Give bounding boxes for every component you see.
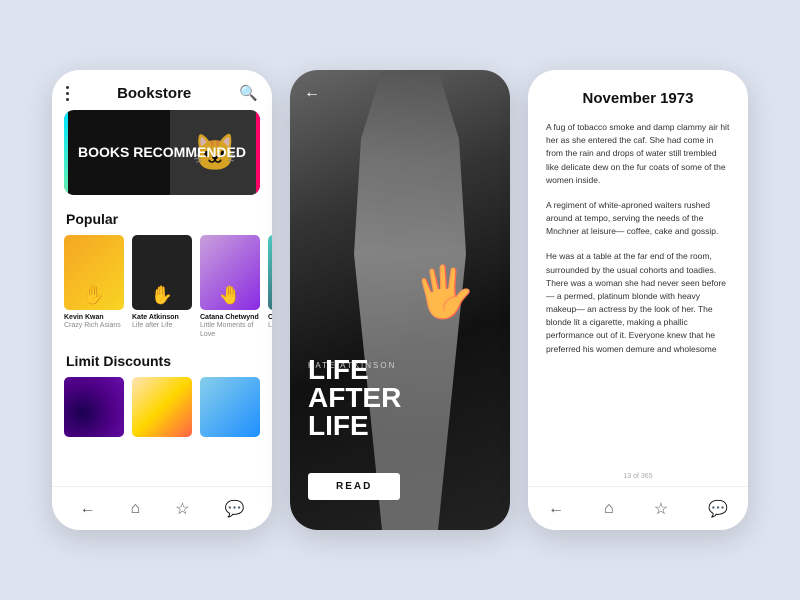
reading-star-icon[interactable]: ☆ <box>654 499 668 519</box>
reading-screen: November 1973 A fug of tobacco smoke and… <box>528 70 748 530</box>
hand-icon-dark: ✋ <box>151 285 173 306</box>
book-item[interactable]: ✋ Kevin Kwan Crazy Rich Asians <box>64 235 124 339</box>
book-cover-3: 🤚 <box>200 235 260 310</box>
book-item[interactable]: Ca... Le... <box>268 235 272 339</box>
back-icon[interactable]: ← <box>80 500 96 518</box>
search-icon[interactable]: 🔍 <box>239 84 258 102</box>
bookstore-title: Bookstore <box>117 85 191 102</box>
reading-nav: ← ⌂ ☆ 💬 <box>528 486 748 530</box>
bookstore-screen: Bookstore 🔍 BOOKS RECOMMENDED 🐱 Popular … <box>52 70 272 530</box>
book-author: Catana Chetwynd <box>200 314 260 322</box>
discount-books-row <box>52 377 272 447</box>
reading-chat-icon[interactable]: 💬 <box>708 499 728 519</box>
limit-discounts-label: Limit Discounts <box>52 349 272 377</box>
read-button[interactable]: READ <box>308 473 400 500</box>
hand-icon-purple: 🤚 <box>219 285 241 306</box>
title-line-2: AFTER <box>308 384 401 412</box>
star-icon[interactable]: ☆ <box>175 499 189 519</box>
book-item[interactable]: ✋ Kate Atkinson Life after Life <box>132 235 192 339</box>
banner: BOOKS RECOMMENDED 🐱 <box>64 110 260 195</box>
paragraph-2: A regiment of white-aproned waiters rush… <box>546 199 730 239</box>
page-number: 13 of 365 <box>528 473 748 480</box>
book-title: Life after Life <box>132 322 192 330</box>
discount-cover-3[interactable] <box>200 377 260 437</box>
book-title: Crazy Rich Asians <box>64 322 124 330</box>
reading-content: November 1973 A fug of tobacco smoke and… <box>528 70 748 530</box>
bottom-nav: ← ⌂ ☆ 💬 <box>52 486 272 530</box>
book-title: Little Moments of Love <box>200 322 260 339</box>
banner-text: BOOKS RECOMMENDED <box>64 132 260 173</box>
menu-icon[interactable] <box>66 86 69 101</box>
book-detail-bg: 🖐 ← KATE ATKINSON LIFE AFTER LIFE READ <box>290 70 510 530</box>
red-hand-overlay: 🖐 <box>410 261 477 325</box>
reading-home-icon[interactable]: ⌂ <box>604 500 614 518</box>
title-line-1: LIFE <box>308 356 401 384</box>
discount-cover-1[interactable] <box>64 377 124 437</box>
book-author: Kevin Kwan <box>64 314 124 322</box>
paragraph-1: A fug of tobacco smoke and damp clammy a… <box>546 121 730 187</box>
home-icon[interactable]: ⌂ <box>131 500 141 518</box>
popular-books-row: ✋ Kevin Kwan Crazy Rich Asians ✋ Kate At… <box>52 235 272 349</box>
popular-label: Popular <box>52 207 272 235</box>
book-detail-screen: 🖐 ← KATE ATKINSON LIFE AFTER LIFE READ <box>290 70 510 530</box>
book-cover-1: ✋ <box>64 235 124 310</box>
back-button[interactable]: ← <box>304 84 320 102</box>
screens-container: Bookstore 🔍 BOOKS RECOMMENDED 🐱 Popular … <box>52 70 748 530</box>
book-item[interactable]: 🤚 Catana Chetwynd Little Moments of Love <box>200 235 260 339</box>
book-cover-4 <box>268 235 272 310</box>
book-author: Ca... <box>268 314 272 322</box>
hand-icon-red: ✋ <box>83 285 105 306</box>
book-author: Kate Atkinson <box>132 314 192 322</box>
discount-cover-2[interactable] <box>132 377 192 437</box>
book-detail-title: LIFE AFTER LIFE <box>308 356 401 440</box>
title-line-3: LIFE <box>308 412 401 440</box>
paragraph-3: He was at a table at the far end of the … <box>546 250 730 355</box>
book-cover-2: ✋ <box>132 235 192 310</box>
chat-icon[interactable]: 💬 <box>225 499 245 519</box>
bookstore-header: Bookstore 🔍 <box>52 70 272 110</box>
chapter-title: November 1973 <box>546 90 730 107</box>
book-title: Le... <box>268 322 272 330</box>
reading-back-icon[interactable]: ← <box>548 500 564 518</box>
